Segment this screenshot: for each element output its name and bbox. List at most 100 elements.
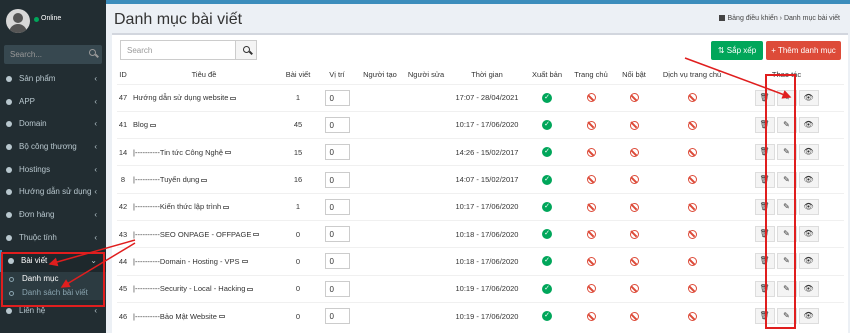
view-button[interactable]: 👁: [798, 198, 819, 215]
view-button[interactable]: 👁: [798, 171, 819, 188]
position-input[interactable]: 0: [324, 144, 350, 161]
sidebar-item-label: Đơn hàng: [19, 210, 55, 220]
view-button[interactable]: 👁: [798, 226, 819, 243]
ban-icon[interactable]: [629, 229, 639, 239]
check-icon[interactable]: ✓: [542, 201, 552, 212]
ban-icon[interactable]: [687, 229, 697, 239]
sidebar-item-hostings[interactable]: Hostings ‹: [0, 159, 106, 182]
ban-icon[interactable]: [687, 175, 697, 185]
cell-home-service: [655, 247, 729, 276]
cell-id: 46: [117, 301, 129, 330]
check-icon[interactable]: ✓: [542, 119, 552, 130]
search-icon[interactable]: [89, 49, 96, 56]
ban-icon[interactable]: [629, 312, 639, 322]
check-icon[interactable]: ✓: [542, 256, 552, 267]
keyboard-icon: [247, 287, 254, 291]
cell-editor: [403, 192, 449, 221]
position-input[interactable]: 0: [324, 171, 350, 188]
ban-icon[interactable]: [586, 148, 596, 157]
cell-homepage: [569, 219, 613, 248]
cell-time: 10:19 - 17/06/2020: [449, 274, 525, 303]
ban-icon[interactable]: [586, 202, 596, 212]
category-title[interactable]: |----------SEO ONPAGE - OFFPAGE: [133, 230, 251, 239]
view-button[interactable]: 👁: [798, 116, 819, 133]
sidebar-item-bo-cong-thuong[interactable]: Bộ công thương ‹: [0, 136, 106, 159]
position-input[interactable]: 0: [324, 308, 350, 325]
ban-icon[interactable]: [586, 120, 596, 130]
ban-icon[interactable]: [687, 312, 697, 322]
category-title[interactable]: |----------Bảo Mật Website: [133, 312, 217, 321]
position-input[interactable]: 0: [324, 253, 350, 270]
col-header-title: Tiêu đề: [191, 70, 217, 80]
category-title[interactable]: |----------Tuyển dụng: [133, 175, 199, 184]
check-icon[interactable]: ✓: [542, 147, 552, 158]
category-title[interactable]: |----------Tin tức Công Nghệ: [133, 148, 223, 157]
cell-home-service: [655, 219, 729, 248]
ban-icon[interactable]: [629, 175, 639, 185]
ban-icon[interactable]: [687, 120, 697, 130]
cell-home-service: [655, 301, 729, 330]
cell-time: 17:07 - 28/04/2021: [449, 83, 525, 112]
view-button[interactable]: 👁: [798, 253, 819, 270]
eye-icon: 👁: [803, 311, 814, 321]
ban-icon[interactable]: [586, 257, 596, 267]
view-button[interactable]: 👁: [798, 308, 819, 325]
cell-title: Hướng dẫn sử dụng website: [129, 83, 279, 112]
search-input[interactable]: Search: [120, 40, 236, 60]
check-icon[interactable]: ✓: [542, 229, 552, 240]
category-title[interactable]: |----------Domain - Hosting - VPS: [133, 257, 240, 266]
avatar[interactable]: [6, 9, 30, 33]
ban-icon[interactable]: [629, 257, 639, 267]
ban-icon[interactable]: [687, 257, 697, 267]
ban-icon[interactable]: [687, 93, 697, 103]
view-button[interactable]: 👁: [798, 280, 819, 297]
sidebar-search-input[interactable]: Search...: [4, 45, 102, 64]
sidebar-item-don-hang[interactable]: Đơn hàng ‹: [0, 204, 106, 227]
view-button[interactable]: 👁: [798, 144, 819, 161]
ban-icon[interactable]: [586, 312, 596, 322]
cell-home-service: [655, 192, 729, 221]
sidebar-item-app[interactable]: APP ‹: [0, 91, 106, 114]
search-button[interactable]: [235, 40, 257, 60]
ban-icon[interactable]: [586, 229, 596, 239]
category-title[interactable]: Hướng dẫn sử dụng website: [133, 93, 228, 102]
ban-icon[interactable]: [586, 175, 596, 185]
ban-icon[interactable]: [629, 284, 639, 294]
ban-icon[interactable]: [586, 93, 596, 103]
ban-icon[interactable]: [629, 93, 639, 103]
check-icon[interactable]: ✓: [542, 283, 552, 294]
sidebar-item-domain[interactable]: Domain ‹: [0, 113, 106, 136]
check-icon[interactable]: ✓: [542, 311, 552, 322]
breadcrumb-home[interactable]: Bảng điều khiển: [728, 15, 778, 22]
position-input[interactable]: 0: [324, 198, 350, 215]
ban-icon[interactable]: [586, 284, 596, 294]
check-icon[interactable]: ✓: [542, 174, 552, 185]
sidebar-item-thuoc-tinh[interactable]: Thuộc tính ‹: [0, 227, 106, 250]
view-button[interactable]: 👁: [798, 89, 819, 106]
ban-icon[interactable]: [629, 148, 639, 157]
col-header-id: ID: [119, 70, 127, 80]
category-title[interactable]: |----------Kiến thức lập trình: [133, 202, 221, 211]
ban-icon[interactable]: [687, 284, 697, 294]
keyboard-icon: [223, 205, 230, 209]
ban-icon[interactable]: [629, 120, 639, 130]
sidebar-item-huong-dan[interactable]: Hướng dẫn sử dụng ‹: [0, 181, 106, 204]
position-input[interactable]: 0: [324, 280, 350, 297]
sidebar-item-san-pham[interactable]: Sản phẩm ‹: [0, 68, 106, 91]
cell-time: 10:19 - 17/06/2020: [449, 301, 525, 330]
sort-button[interactable]: ⇅ Sắp xếp: [711, 41, 763, 60]
add-category-button[interactable]: + Thêm danh mục: [766, 41, 841, 60]
top-accent-bar: [0, 0, 850, 4]
category-title[interactable]: Blog: [133, 120, 148, 129]
category-title[interactable]: |----------Security - Local - Hacking: [133, 284, 245, 293]
ban-icon[interactable]: [687, 202, 697, 212]
cell-featured: [613, 83, 655, 112]
ban-icon[interactable]: [687, 148, 697, 157]
cell-homepage: [569, 165, 613, 194]
position-input[interactable]: 0: [324, 89, 350, 106]
position-input[interactable]: 0: [324, 226, 350, 243]
cell-homepage: [569, 247, 613, 276]
check-icon[interactable]: ✓: [542, 92, 552, 103]
ban-icon[interactable]: [629, 202, 639, 212]
position-input[interactable]: 0: [324, 116, 350, 133]
